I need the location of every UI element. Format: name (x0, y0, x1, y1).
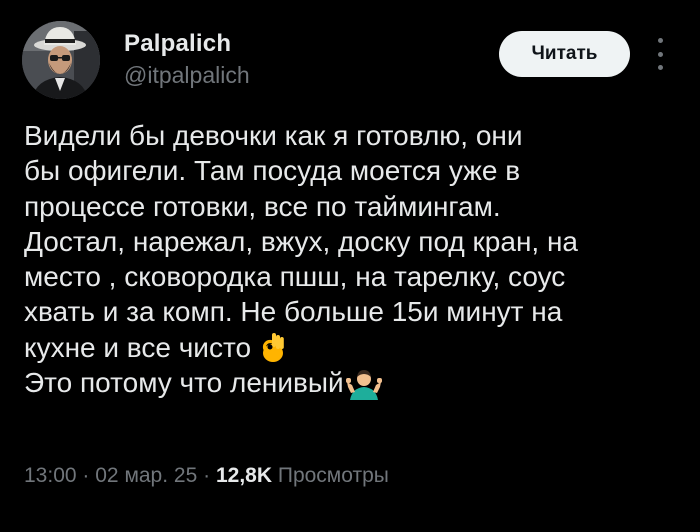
more-dot (657, 38, 663, 43)
tweet-line-with-emoji: кухне и все чисто (24, 330, 684, 365)
meta-separator: · (203, 464, 211, 487)
tweet-line-text: Это потому что ленивый (24, 367, 344, 399)
person-shrugging-emoji-icon (345, 369, 382, 400)
tweet-card: Palpalich @itpalpalich Читать Видели бы … (0, 0, 700, 532)
tweet-line: Видели бы девочки как я готовлю, они (24, 120, 523, 151)
views-label[interactable]: Просмотры (278, 464, 389, 487)
tweet-line: Достал, нарежал, вжух, доску под кран, н… (24, 225, 578, 257)
avatar-photo-icon (22, 21, 100, 99)
more-dot (657, 65, 663, 70)
author-avatar[interactable] (22, 21, 100, 99)
author-name[interactable]: Palpalich (124, 30, 231, 58)
tweet-line: процессе готовки, все по таймингам. (24, 190, 501, 222)
tweet-time[interactable]: 13:00 (24, 464, 77, 487)
tweet-line: хвать и за комп. Не больше 15и минут на (24, 296, 563, 328)
tweet-date[interactable]: 02 мар. 25 (95, 464, 197, 487)
author-handle[interactable]: @itpalpalich (124, 62, 250, 89)
tweet-line-with-emoji: Это потому что ленивый (24, 365, 684, 400)
ok-hand-emoji-icon (262, 333, 284, 363)
tweet-line-text: кухне и все чисто (24, 331, 252, 363)
follow-button[interactable]: Читать (499, 31, 630, 77)
more-options-icon[interactable] (648, 38, 672, 70)
tweet-meta: 13:00 · 02 мар. 25 · 12,8K Просмотры (24, 464, 389, 488)
more-dot (657, 51, 663, 57)
meta-separator: · (82, 464, 90, 487)
tweet-line: место , сковородка пшш, на тарелку, соус (24, 261, 566, 293)
tweet-line: бы офигели. Там посуда моется уже в (24, 155, 521, 187)
views-count[interactable]: 12,8K (216, 464, 272, 487)
tweet-text: Видели бы девочки как я готовлю, они бы … (24, 118, 684, 400)
